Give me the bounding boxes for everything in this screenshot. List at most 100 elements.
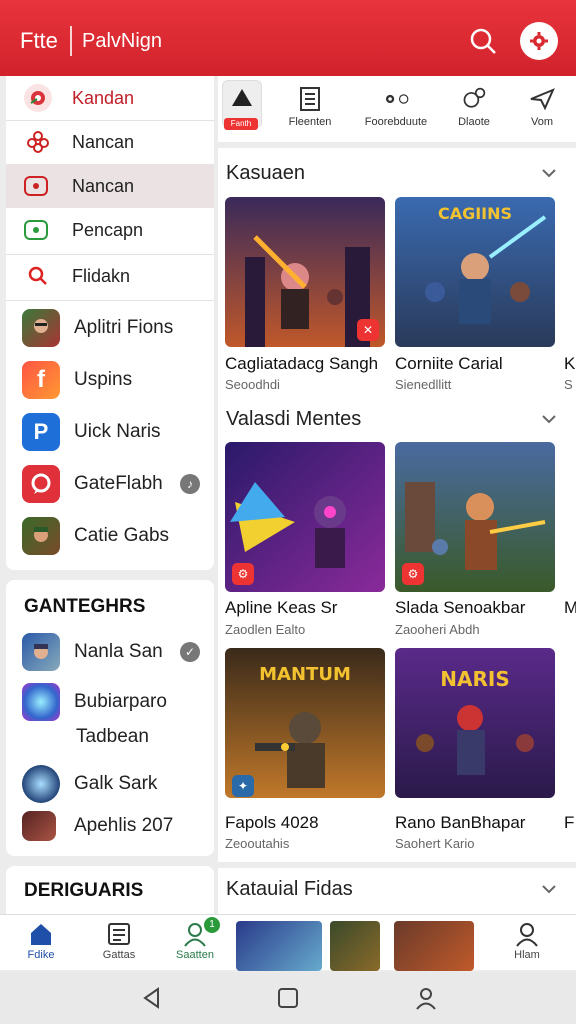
send-icon	[529, 86, 555, 112]
sidebar-item-kandan[interactable]: Kandan	[6, 76, 214, 120]
target-icon	[22, 765, 60, 803]
game-art-text: CAGIINS	[438, 204, 512, 223]
tab-label: Fleenten	[288, 116, 332, 128]
game-card-peek[interactable]	[564, 648, 576, 798]
game-subtitle: Zaooheri Abdh	[395, 622, 480, 637]
app-avatar-icon	[22, 309, 60, 347]
chat-icon	[461, 86, 487, 112]
top-app-bar: Ftte PalvNign	[0, 0, 576, 76]
section-title: Kasuaen	[226, 162, 305, 184]
mountain-icon	[232, 89, 252, 106]
chevron-down-icon[interactable]	[542, 414, 556, 424]
nav-item-home[interactable]: Fdike	[6, 915, 76, 971]
list-icon	[108, 923, 130, 945]
game-card-peek[interactable]	[564, 197, 576, 347]
sidebar-item-nancan[interactable]: Nancan	[6, 120, 214, 164]
sidebar-app-bubiarparo[interactable]: Bubiarparo	[6, 680, 214, 724]
sidebar-item-label: Flidakn	[72, 265, 131, 286]
game-title: K	[564, 354, 576, 373]
chat-bubble-icon	[22, 465, 60, 503]
badge-icon: ✕	[357, 319, 379, 341]
settings-icon	[530, 32, 548, 50]
system-navigation-bar	[0, 972, 576, 1024]
badge-icon: ⚙	[402, 563, 424, 585]
home-button-icon[interactable]	[276, 986, 300, 1010]
back-icon[interactable]	[140, 986, 164, 1010]
game-title: Rano BanBhapar	[395, 813, 526, 832]
game-card-peek[interactable]	[564, 442, 576, 592]
flower-icon	[24, 128, 52, 156]
tab-fleenten[interactable]: Fleenten	[274, 76, 346, 142]
sidebar-item-label: Pencapn	[72, 219, 144, 240]
game-card-image[interactable]: NARIS	[395, 648, 555, 798]
sidebar-app-label: Uick Naris	[74, 421, 161, 442]
sidebar-app-sublabel: Tadbean	[76, 726, 149, 747]
home-icon	[31, 924, 51, 945]
sidebar-app-catie-gabs[interactable]: Catie Gabs	[6, 514, 214, 558]
rose-icon	[24, 84, 52, 112]
game-card-image[interactable]: CAGIINS	[395, 197, 555, 347]
nav-label: Hlam	[514, 949, 540, 961]
tab-vom[interactable]: Vom	[506, 76, 576, 142]
sidebar-app-apehlis[interactable]: Apehlis 207	[6, 804, 214, 848]
title-divider	[70, 26, 72, 56]
sidebar-item-nancan-selected[interactable]: Nancan	[6, 164, 214, 208]
sidebar-app-aplitri[interactable]: Aplitri Fions	[6, 306, 214, 350]
tab-label: Vom	[530, 116, 553, 128]
badge-icon: ✦	[232, 775, 254, 797]
sidebar-section-games: GANTEGHRS Nanla San ✓ Bubiarparo Tadbean…	[6, 580, 214, 856]
game-subtitle: Sienedllitt	[395, 377, 452, 392]
tab-foorebduute[interactable]: Foorebduute	[360, 76, 432, 142]
sidebar-app-uick-naris[interactable]: P Uick Naris	[6, 410, 214, 454]
game-title: Corniite Carial	[395, 354, 503, 373]
section-title: Valasdi Mentes	[226, 408, 362, 430]
section-title: GANTEGHRS	[24, 596, 146, 617]
promo-thumbnail[interactable]	[330, 921, 380, 971]
app-avatar-icon	[22, 633, 60, 671]
app-avatar-icon	[22, 811, 56, 841]
search-input[interactable]: PalvNign	[82, 30, 162, 53]
game-title: Slada Senoakbar	[395, 598, 526, 617]
account-icon[interactable]	[414, 986, 438, 1010]
app-avatar-icon	[22, 517, 60, 555]
game-title: Cagliatadacg Sangh	[225, 354, 379, 373]
tab-dlaote[interactable]: Dlaote	[438, 76, 510, 142]
tab-label: Fanth	[224, 118, 258, 130]
sidebar-item-pencapn[interactable]: Pencapn	[6, 208, 214, 252]
nav-label: Fdike	[27, 949, 55, 961]
game-title: Fapols 4028	[225, 813, 319, 832]
chevron-down-icon[interactable]	[542, 884, 556, 894]
nav-item-gattas[interactable]: Gattas	[84, 915, 154, 971]
search-icon	[24, 262, 52, 290]
play-box-icon	[24, 176, 48, 196]
sidebar-app-galk-sark[interactable]: Galk Sark	[6, 762, 214, 806]
sidebar-app-uspins[interactable]: f Uspins	[6, 358, 214, 402]
sidebar-app-label: Nanla San	[74, 641, 163, 662]
game-card-image[interactable]: ✕	[225, 197, 385, 347]
promo-thumbnail[interactable]	[236, 921, 322, 971]
sidebar-app-nanla-san[interactable]: Nanla San ✓	[6, 630, 214, 674]
game-title: Apline Keas Sr	[225, 598, 338, 617]
green-box-icon	[24, 220, 48, 240]
sidebar-app-gateflabh[interactable]: GateFlabh ♪	[6, 462, 214, 506]
game-card-image[interactable]: MANTUM ✦	[225, 648, 385, 798]
notification-badge: 1	[204, 917, 220, 933]
promo-thumbnail[interactable]	[394, 921, 474, 971]
nav-item-hlam[interactable]: Hlam	[492, 915, 562, 971]
nav-item-saatten[interactable]: Saatten 1	[160, 915, 230, 971]
settings-button[interactable]	[520, 22, 558, 60]
game-title: F	[564, 813, 575, 832]
sidebar-app-label: Uspins	[74, 369, 133, 390]
game-card-image[interactable]: ⚙	[225, 442, 385, 592]
swirl-icon	[22, 683, 60, 721]
sidebar-item-label: Nancan	[72, 175, 135, 196]
sidebar-item-flidakn[interactable]: Flidakn	[6, 254, 214, 298]
sidebar-app-label: Aplitri Fions	[74, 317, 174, 338]
chevron-down-icon[interactable]	[542, 168, 556, 178]
bottom-navigation: Fdike Gattas Saatten 1 Hlam	[0, 914, 576, 971]
search-icon[interactable]	[468, 26, 498, 56]
game-card-image[interactable]: ⚙	[395, 442, 555, 592]
sidebar-app-label: Bubiarparo	[74, 691, 167, 712]
game-title: M	[564, 598, 576, 617]
game-subtitle: S	[564, 377, 573, 392]
